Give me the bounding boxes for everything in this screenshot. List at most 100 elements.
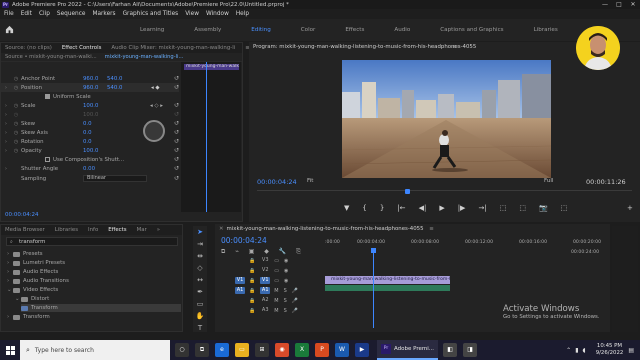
button-editor-add-icon[interactable]: + [627,204,633,212]
workspace-audio[interactable]: Audio [394,27,410,33]
expand-icon[interactable]: › [1,166,11,172]
tray-chevron-icon[interactable]: ⌃ [566,347,571,354]
ripple-edit-tool-icon[interactable]: ⇹ [193,250,207,262]
play-button[interactable]: ▶ [439,204,444,212]
expand-icon[interactable]: › [1,112,11,118]
tree-item-video-effects[interactable]: ⌄ Video Effects [7,286,58,294]
sync-icon[interactable]: ▭ [274,268,279,274]
tree-item-audio-effects[interactable]: › Audio Effects [7,268,58,276]
keyframe-nav-icon[interactable]: ◂ ◆ [151,85,160,91]
mic-icon[interactable]: 🎤 [292,298,298,304]
stopwatch-icon[interactable]: ◷ [11,85,21,91]
timeline-ruler[interactable]: :00:00 00:00:04:00 00:00:08:00 00:00:12:… [325,240,605,250]
taskbar-premiere-app[interactable]: Pr Adobe Premi... [377,340,439,360]
tree-item-presets[interactable]: › Presets [7,250,43,258]
sequence-tab[interactable]: ✕ mixkit-young-man-walking-listening-to-m… [219,226,434,232]
tab-audio-clip-mixer[interactable]: Audio Clip Mixer: mixkit-young-man-walki… [111,45,235,51]
reset-icon[interactable]: ↺ [174,147,179,154]
expand-icon[interactable]: › [1,85,11,91]
start-button[interactable] [0,340,20,360]
reset-icon[interactable]: ↺ [174,120,179,127]
comparison-view-button[interactable]: ⬚ [561,204,568,212]
go-to-in-button[interactable]: |← [397,204,405,212]
reset-icon[interactable]: ↺ [174,129,179,136]
sync-icon[interactable]: ▭ [274,278,279,284]
reset-icon[interactable]: ↺ [174,84,179,91]
menu-help[interactable]: Help [236,11,249,17]
uniform-scale-checkbox[interactable] [45,94,50,99]
menu-clip[interactable]: Clip [39,11,50,17]
program-monitor-title[interactable]: Program: mixkit-young-man-walking-listen… [253,44,476,50]
store-icon[interactable]: ⊞ [255,343,269,357]
expand-icon[interactable]: › [1,148,11,154]
tree-item-transform[interactable]: › Transform [7,313,50,321]
taskbar-clock[interactable]: 10:45 PM 9/26/2022 [596,343,624,357]
source-patch-v1[interactable]: V1 [235,277,245,284]
step-back-button[interactable]: ◀| [419,204,427,212]
property-scale-width[interactable]: › ◷ 100.0 ↺ [1,110,179,119]
reset-icon[interactable]: ↺ [174,175,179,182]
add-marker-button[interactable]: ▼ [344,204,349,212]
mute-button[interactable]: M [274,308,278,314]
clip-name-label[interactable]: mixkit-young-man-walking-li... [105,54,184,60]
file-explorer-icon[interactable]: ▭ [235,343,249,357]
app-icon[interactable]: ◨ [463,343,478,357]
mute-button[interactable]: M [274,298,278,304]
export-frame-icon[interactable]: 📷 [539,204,548,212]
mark-out-button[interactable]: } [380,204,384,212]
workspace-captions-and-graphics[interactable]: Captions and Graphics [440,27,503,33]
property-position[interactable]: › ◷ Position 960.0 540.0 ◂ ◆ ↺ [1,83,179,92]
resolution-dropdown[interactable]: Full [544,178,553,184]
stopwatch-icon[interactable]: ◷ [11,148,21,154]
excel-icon[interactable]: X [295,343,309,357]
cortana-icon[interactable]: ○ [175,343,189,357]
menu-window[interactable]: Window [206,11,229,17]
tab-effect-controls[interactable]: Effect Controls [62,45,102,51]
effect-controls-timeline[interactable]: mixkit-young-man-walking-li [181,62,241,212]
menu-sequence[interactable]: Sequence [57,11,86,17]
slip-tool-icon[interactable]: ↔ [193,274,207,286]
expand-icon[interactable]: › [1,139,11,145]
solo-button[interactable]: S [284,298,287,304]
workspace-editing[interactable]: Editing [251,27,270,33]
edge-icon[interactable]: e [215,343,229,357]
eye-icon[interactable]: ◉ [284,268,288,274]
track-v2[interactable]: 🔒 V2 ▭ ◉ [235,266,293,275]
minimize-button[interactable]: — [598,0,612,9]
lock-icon[interactable]: 🔒 [249,258,255,264]
powerpoint-icon[interactable]: P [315,343,329,357]
property-anchor-point[interactable]: ◷ Anchor Point 960.0 540.0 ↺ [1,74,179,83]
video-preview[interactable] [342,60,551,178]
property-scale[interactable]: › ◷ Scale 100.0 ◂ ◇ ▸ ↺ [1,101,179,110]
reset-icon[interactable]: ↺ [174,156,179,163]
track-a3[interactable]: 🔒 A3 M S 🎤 [235,306,303,315]
reset-icon[interactable]: ↺ [174,102,179,109]
tabs-more-button[interactable]: » [157,227,160,233]
eye-icon[interactable]: ◉ [284,258,288,264]
source-patch-a1[interactable]: A1 [235,287,245,294]
go-to-out-button[interactable]: →| [478,204,486,212]
timeline-toolbar-icons[interactable]: ⧉ ⌁ ▣ ◆ 🔧 ⎘ [221,248,305,256]
stopwatch-icon[interactable]: ◷ [11,121,21,127]
lift-button[interactable]: ⬚ [500,204,507,212]
tab-source[interactable]: Source: (no clips) [5,45,52,51]
menu-view[interactable]: View [185,11,199,17]
tab-markers[interactable]: Mar [137,227,147,233]
lock-icon[interactable]: 🔒 [249,278,255,284]
razor-tool-icon[interactable]: ◇ [193,262,207,274]
tree-item-audio-transitions[interactable]: › Audio Transitions [7,277,69,285]
lock-icon[interactable]: 🔒 [249,288,255,294]
close-tab-icon[interactable]: ✕ [219,226,224,232]
lock-icon[interactable]: 🔒 [249,268,255,274]
mic-icon[interactable]: 🎤 [292,308,298,314]
notifications-icon[interactable]: ▤ [628,347,634,354]
track-select-tool-icon[interactable]: ⇥ [193,238,207,250]
property-uniform-scale[interactable]: Uniform Scale [1,92,179,101]
keyframe-nav-icon[interactable]: ◂ ◇ ▸ [150,103,163,109]
audio-clip[interactable] [325,285,450,291]
track-v1[interactable]: V1 🔒 V1 ▭ ◉ [235,276,293,285]
selection-tool-icon[interactable]: ➤ [193,226,207,238]
composition-shutter-checkbox[interactable] [45,157,50,162]
track-a2[interactable]: 🔒 A2 M S 🎤 [235,296,303,305]
eye-icon[interactable]: ◉ [284,278,288,284]
